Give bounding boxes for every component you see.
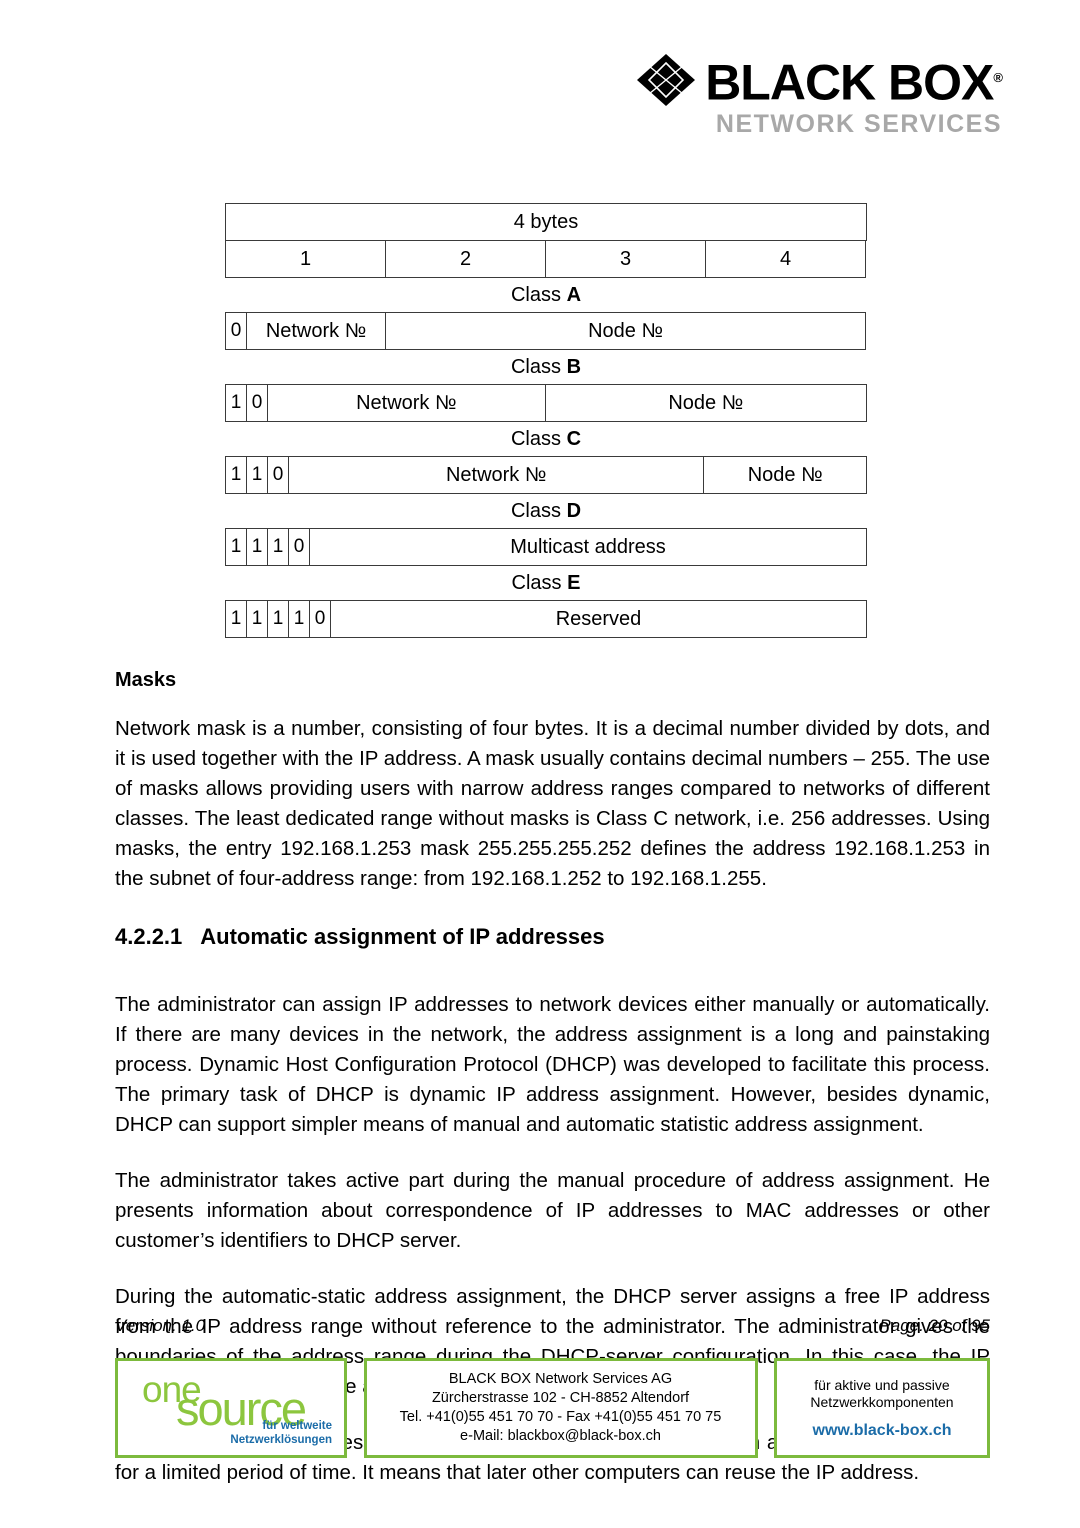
class-b-bit-1: 0 — [246, 384, 268, 422]
class-c-field-network: Network № — [288, 456, 705, 494]
byte-cell-2: 2 — [385, 240, 546, 278]
black-box-logo: BLACK BOX® — [572, 52, 1003, 111]
class-d-bit-1: 1 — [246, 528, 268, 566]
class-e-field-reserved: Reserved — [330, 600, 867, 638]
logo-wordmark-text: BLACK BOX — [705, 55, 994, 111]
address-line-1: BLACK BOX Network Services AG — [448, 1371, 673, 1387]
class-label-d-letter: D — [566, 500, 582, 522]
class-d-field-multicast: Multicast address — [309, 528, 867, 566]
class-label-e-letter: E — [567, 572, 581, 594]
masks-paragraph: Network mask is a number, consisting of … — [115, 717, 990, 890]
body-paragraph-2: The administrator takes active part duri… — [115, 1169, 990, 1252]
class-c-field-node: Node № — [703, 456, 867, 494]
class-label-b-prefix: Class — [510, 356, 567, 378]
website-box: für aktive und passive Netzwerkkomponent… — [774, 1358, 990, 1458]
section-number: 4.2.2.1 — [115, 924, 183, 949]
class-b-bit-0: 1 — [225, 384, 247, 422]
class-label-b: Class B — [225, 355, 867, 379]
class-label-b-letter: B — [566, 356, 582, 378]
class-c-bit-2: 0 — [267, 456, 289, 494]
byte-cell-4: 4 — [705, 240, 866, 278]
class-label-d: Class D — [225, 499, 867, 523]
class-row-c: 1 1 0 Network № Node № — [225, 456, 867, 494]
class-row-b: 1 0 Network № Node № — [225, 384, 867, 422]
address-line-3: Tel. +41(0)55 451 70 70 - Fax +41(0)55 4… — [399, 1409, 722, 1425]
class-e-bit-3: 1 — [288, 600, 310, 638]
byte-cell-3: 3 — [545, 240, 706, 278]
class-row-d: 1 1 1 0 Multicast address — [225, 528, 867, 566]
onesource-tagline-line1: für weltweite — [262, 1420, 332, 1432]
class-row-e: 1 1 1 1 0 Reserved — [225, 600, 867, 638]
diagram-title-cell: 4 bytes — [225, 203, 867, 241]
byte-cell-1: 1 — [225, 240, 386, 278]
class-label-c: Class C — [225, 427, 867, 451]
class-e-bit-0: 1 — [225, 600, 247, 638]
onesource-logo: one source für weltweite Netzwerklösunge… — [118, 1361, 344, 1455]
address-line-2: Zürcherstrasse 102 - CH-8852 Altendorf — [431, 1390, 690, 1406]
onesource-logo-box: one source für weltweite Netzwerklösunge… — [115, 1358, 347, 1458]
class-e-bit-2: 1 — [267, 600, 289, 638]
onesource-tagline: für weltweite Netzwerklösungen — [230, 1420, 332, 1447]
class-label-a-prefix: Class — [510, 284, 567, 306]
class-label-d-prefix: Class — [510, 500, 567, 522]
class-label-e: Class E — [225, 571, 867, 595]
class-row-a: 0 Network № Node № — [225, 312, 867, 350]
class-d-bit-2: 1 — [267, 528, 289, 566]
masks-heading: Masks — [115, 669, 177, 691]
company-address-box: BLACK BOX Network Services AG Zürcherstr… — [363, 1358, 758, 1458]
class-label-c-prefix: Class — [510, 428, 567, 450]
class-label-a: Class A — [225, 283, 867, 307]
website-tagline-line1: für aktive und passive — [814, 1376, 950, 1393]
address-line-email: e-Mail: blackbox@black-box.ch — [460, 1428, 661, 1444]
diagram-byte-row: 1 2 3 4 — [225, 240, 867, 278]
footer-logo-row: one source für weltweite Netzwerklösunge… — [115, 1358, 990, 1458]
class-e-bit-1: 1 — [246, 600, 268, 638]
class-a-field-network: Network № — [246, 312, 386, 350]
class-label-e-prefix: Class — [511, 572, 568, 594]
class-b-field-node: Node № — [544, 384, 867, 422]
class-label-a-letter: A — [566, 284, 582, 306]
registered-mark-icon: ® — [993, 70, 1003, 86]
logo-wordmark: BLACK BOX® — [705, 53, 1003, 111]
class-a-bit-0: 0 — [225, 312, 247, 350]
class-c-bit-0: 1 — [225, 456, 247, 494]
footer-version: Version: 1.0 — [115, 1316, 206, 1335]
class-d-bit-3: 0 — [288, 528, 310, 566]
class-b-field-network: Network № — [267, 384, 546, 422]
onesource-tagline-line2: Netzwerklösungen — [230, 1433, 332, 1446]
footer-meta: Version: 1.0 Page. 20 of 95 — [115, 1316, 990, 1336]
section-title: Automatic assignment of IP addresses — [200, 924, 605, 949]
website-url[interactable]: www.black-box.ch — [813, 1422, 952, 1440]
section-heading: 4.2.2.1 Automatic assignment of IP addres… — [115, 924, 990, 950]
class-label-c-letter: C — [566, 428, 582, 450]
page-header: BLACK BOX® NETWORK SERVICES — [572, 52, 1003, 142]
ip-address-class-diagram: 4 bytes 1 2 3 4 Class A 0 Network № Node… — [225, 203, 867, 638]
diagram-title-row: 4 bytes — [225, 203, 867, 241]
class-c-bit-1: 1 — [246, 456, 268, 494]
class-e-bit-4: 0 — [309, 600, 331, 638]
class-d-bit-0: 1 — [225, 528, 247, 566]
website-tagline-line2: Netzwerkkomponenten — [810, 1393, 954, 1410]
body-paragraph-1: The administrator can assign IP addresse… — [115, 993, 990, 1136]
footer-page-number: Page. 20 of 95 — [879, 1316, 990, 1335]
class-a-field-node: Node № — [385, 312, 866, 350]
diamond-icon — [635, 52, 697, 108]
logo-subtitle: NETWORK SERVICES — [715, 110, 1002, 138]
